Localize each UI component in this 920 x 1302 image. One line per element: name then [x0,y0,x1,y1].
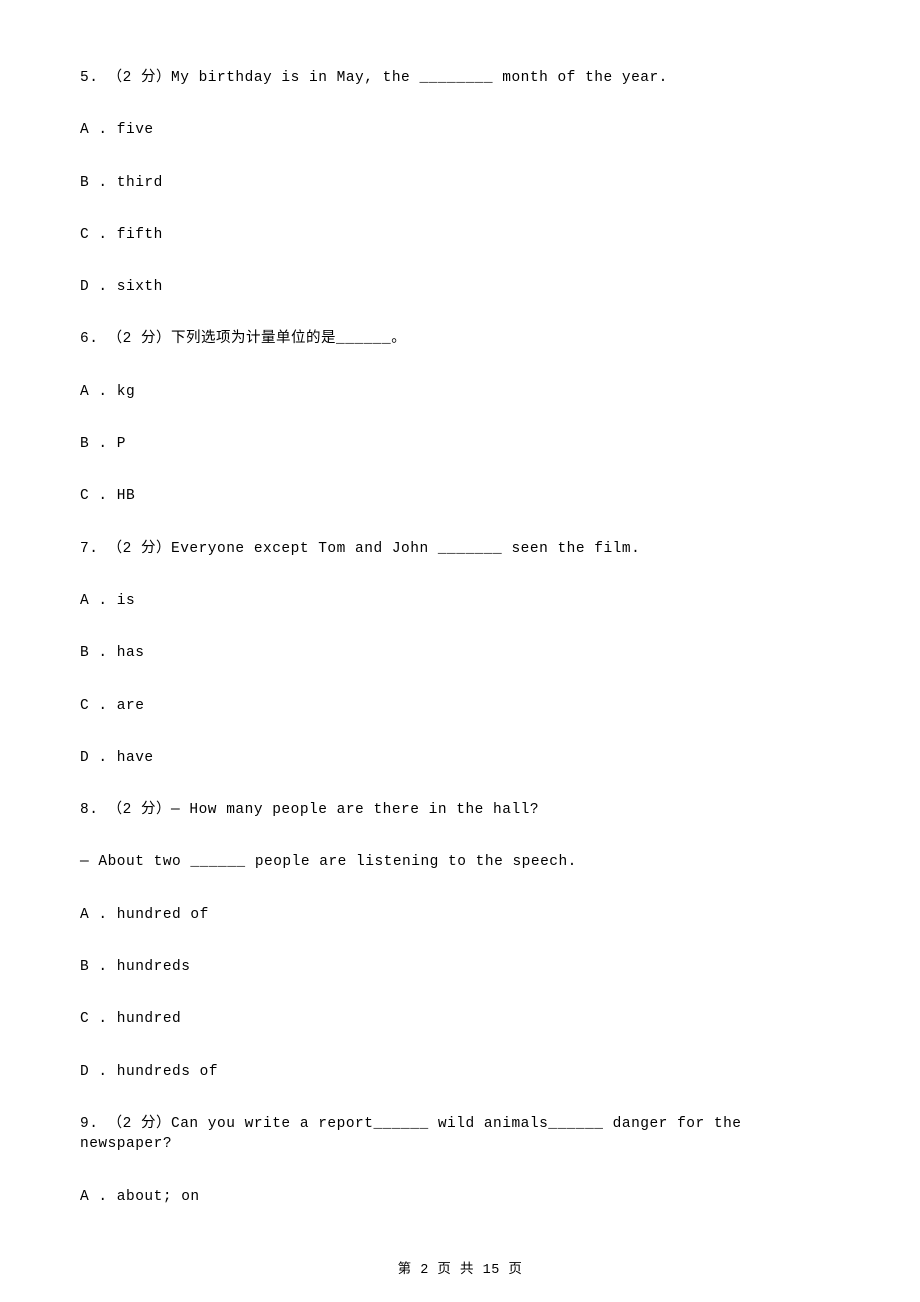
question-option: D . have [80,740,840,792]
question-stem: 7. （2 分）Everyone except Tom and John ___… [80,531,840,583]
question-option: B . P [80,426,840,478]
question-option: C . hundred [80,1001,840,1053]
page-content: 5. （2 分）My birthday is in May, the _____… [0,0,920,1271]
question-option: B . third [80,165,840,217]
question-option: C . fifth [80,217,840,269]
question-stem: 6. （2 分）下列选项为计量单位的是______。 [80,321,840,373]
question-option: B . hundreds [80,949,840,1001]
question-stem: 5. （2 分）My birthday is in May, the _____… [80,60,840,112]
question-option: A . hundred of [80,897,840,949]
question-option: B . has [80,635,840,687]
question-stem: 8. （2 分）— How many people are there in t… [80,792,840,844]
question-option: C . HB [80,478,840,530]
question-option: D . hundreds of [80,1054,840,1106]
page-footer: 第 2 页 共 15 页 [0,1257,920,1278]
question-option: A . is [80,583,840,635]
question-option: A . five [80,112,840,164]
question-stem: — About two ______ people are listening … [80,844,840,896]
question-option: A . about; on [80,1179,840,1231]
question-option: C . are [80,688,840,740]
question-option: D . sixth [80,269,840,321]
question-option: A . kg [80,374,840,426]
question-stem: 9. （2 分）Can you write a report______ wil… [80,1106,840,1179]
